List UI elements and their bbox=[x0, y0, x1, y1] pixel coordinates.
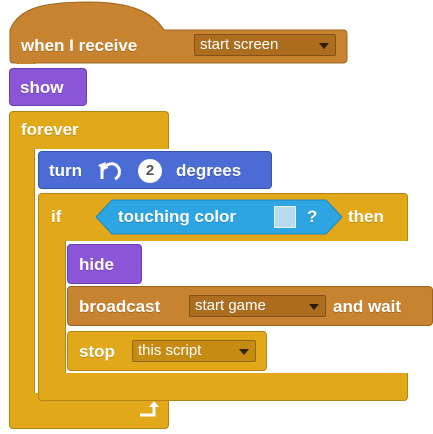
if-label: if bbox=[51, 207, 62, 226]
turn-block[interactable]: turn 2 degrees bbox=[38, 151, 272, 189]
degrees-value: 2 bbox=[145, 162, 155, 179]
color-swatch[interactable] bbox=[274, 206, 296, 228]
stop-block[interactable]: stop this script bbox=[67, 331, 267, 371]
stop-label: stop bbox=[79, 342, 115, 361]
touching-color-condition[interactable]: touching color ? bbox=[96, 199, 342, 235]
question-mark: ? bbox=[307, 207, 318, 226]
if-arm bbox=[38, 240, 66, 373]
forever-arm bbox=[9, 148, 35, 393]
chevron-down-icon bbox=[319, 43, 329, 49]
message-dropdown[interactable]: start screen bbox=[194, 34, 336, 56]
degrees-label: degrees bbox=[176, 161, 242, 180]
hide-block[interactable]: hide bbox=[67, 244, 142, 284]
stop-dropdown-value: this script bbox=[138, 342, 202, 359]
chevron-down-icon bbox=[309, 304, 319, 310]
broadcast-dropdown-value: start game bbox=[195, 297, 266, 314]
then-label: then bbox=[348, 207, 384, 226]
message-dropdown-value: start screen bbox=[200, 36, 279, 53]
broadcast-and-wait-block[interactable]: broadcast start game and wait bbox=[67, 286, 433, 326]
loop-arrow-icon bbox=[140, 401, 159, 417]
touching-color-label: touching color bbox=[118, 207, 237, 226]
and-wait-label: and wait bbox=[333, 297, 402, 316]
forever-label: forever bbox=[21, 120, 79, 139]
if-bottom bbox=[38, 373, 408, 401]
show-label: show bbox=[20, 78, 64, 97]
broadcast-label: broadcast bbox=[79, 297, 161, 316]
chevron-down-icon bbox=[239, 349, 249, 355]
stop-option-dropdown[interactable]: this script bbox=[132, 340, 256, 362]
degrees-input[interactable]: 2 bbox=[138, 159, 162, 183]
broadcast-message-dropdown[interactable]: start game bbox=[189, 295, 326, 317]
hat-label: when I receive bbox=[21, 36, 138, 55]
turn-label: turn bbox=[49, 161, 83, 180]
when-i-receive-hat-block[interactable]: when I receive start screen bbox=[9, 0, 349, 64]
hide-label: hide bbox=[79, 255, 114, 274]
forever-block[interactable]: forever bbox=[9, 111, 169, 149]
rotate-left-icon bbox=[98, 162, 121, 181]
show-block[interactable]: show bbox=[9, 68, 87, 106]
